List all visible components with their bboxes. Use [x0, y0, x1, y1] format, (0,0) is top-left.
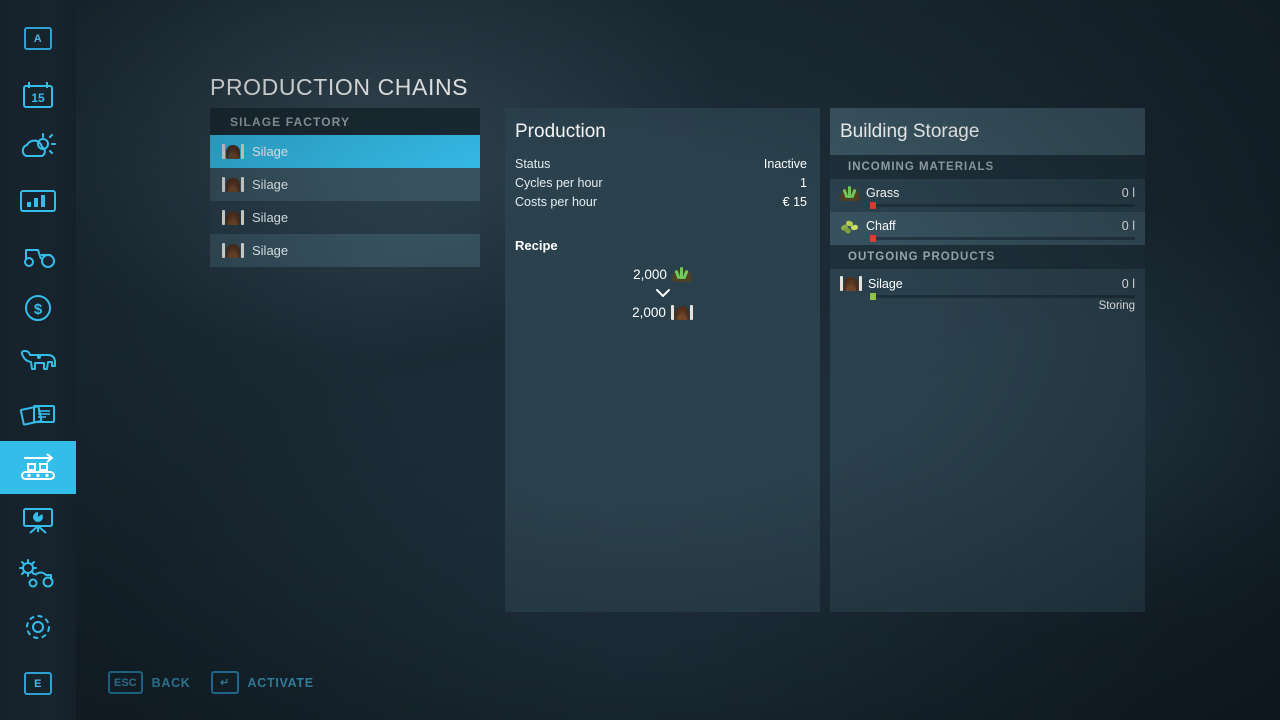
production-panel-title: Production — [515, 121, 606, 142]
silage-icon — [222, 143, 244, 160]
list-item-label: Silage — [252, 177, 289, 192]
recipe-input-amount: 2,000 — [633, 266, 667, 282]
list-item-label: Silage — [252, 210, 289, 225]
footer-action-label: BACK — [151, 675, 191, 690]
sidebar-item-key-a[interactable]: A — [0, 12, 76, 65]
key-a-label: A — [33, 32, 43, 45]
list-item-label: Silage — [252, 243, 289, 258]
stat-value: € 15 — [782, 195, 807, 209]
fill-marker-green — [870, 293, 876, 300]
storage-panel-title: Building Storage — [840, 120, 980, 142]
storage-item-amount: 0 l — [1121, 276, 1135, 291]
tractor-icon — [24, 248, 55, 268]
silage-icon — [222, 209, 244, 226]
grass-icon — [671, 266, 692, 282]
recipe-title: Recipe — [515, 238, 558, 253]
footer-action-label: ACTIVATE — [247, 675, 314, 690]
sidebar-item-key-e[interactable]: E — [0, 657, 76, 710]
section-header-incoming: INCOMING MATERIALS — [830, 155, 1145, 179]
chevron-down-icon — [655, 289, 670, 297]
sidebar-item-contracts[interactable] — [0, 388, 76, 441]
sidebar-item-vehicle-settings[interactable] — [0, 547, 76, 600]
conveyor-belt-icon — [21, 452, 55, 480]
stat-row-costs-per-hour: Costs per hour € 15 — [515, 195, 807, 209]
building-storage-panel: Building Storage INCOMING MATERIALS Gras… — [830, 108, 1145, 612]
production-list-header: SILAGE FACTORY — [210, 108, 480, 135]
dollar-circle-icon: $ — [25, 294, 51, 321]
list-item[interactable]: Silage — [210, 234, 480, 267]
storage-item-name: Grass — [866, 186, 900, 200]
recipe-diagram: 2,000 2,000 — [505, 266, 820, 321]
fill-bar — [870, 293, 1135, 300]
sidebar-item-calendar[interactable]: 15 — [0, 68, 76, 121]
storage-item-name: Silage — [868, 276, 903, 291]
stat-row-status: Status Inactive — [515, 157, 807, 171]
sidebar-item-info-board[interactable] — [0, 494, 76, 547]
storage-item-amount: 0 l — [1121, 219, 1135, 233]
stat-value: 1 — [800, 176, 807, 190]
stat-value: Inactive — [763, 157, 807, 171]
fill-bar — [870, 235, 1135, 242]
production-list-panel: SILAGE FACTORY Silage Silage Silage Sila… — [210, 108, 480, 267]
key-e-icon: E — [24, 672, 52, 695]
grass-icon — [840, 185, 860, 201]
list-item[interactable]: Silage — [210, 168, 480, 201]
silage-icon — [840, 275, 862, 292]
weather-icon — [21, 132, 56, 157]
silage-icon — [222, 176, 244, 193]
documents-icon — [19, 404, 55, 426]
footer-action-activate[interactable]: ↵ ACTIVATE — [210, 671, 314, 694]
gear-tractor-icon — [19, 558, 54, 587]
recipe-input: 2,000 — [633, 266, 692, 282]
gear-icon — [26, 614, 50, 639]
bar-chart-icon — [20, 189, 56, 212]
stat-row-cycles-per-hour: Cycles per hour 1 — [515, 176, 807, 190]
storage-item-amount: 0 l — [1121, 186, 1135, 200]
sidebar-item-finances[interactable]: $ — [0, 281, 76, 334]
fill-marker-red — [870, 202, 876, 209]
sidebar-item-production[interactable] — [0, 441, 76, 494]
footer-action-back[interactable]: ESC BACK — [108, 671, 191, 694]
storage-item-status: Storing — [1098, 300, 1135, 312]
page-title: PRODUCTION CHAINS — [210, 74, 469, 100]
key-e-label: E — [34, 677, 42, 690]
sidebar-item-animals[interactable] — [0, 334, 76, 387]
fill-bar — [870, 202, 1135, 209]
silage-icon — [222, 242, 244, 259]
sidebar-item-settings[interactable] — [0, 600, 76, 653]
storage-row-chaff[interactable]: Chaff 0 l — [830, 212, 1145, 245]
svg-text:15: 15 — [31, 91, 45, 105]
stat-label: Cycles per hour — [515, 176, 603, 190]
left-sidebar-nav: A 15 $ E — [0, 0, 76, 720]
recipe-output-amount: 2,000 — [632, 305, 666, 320]
key-esc-icon: ESC — [108, 671, 143, 694]
production-stats: Status Inactive Cycles per hour 1 Costs … — [505, 157, 820, 209]
fill-marker-red — [870, 235, 876, 242]
section-header-outgoing: OUTGOING PRODUCTS — [830, 245, 1145, 269]
silage-icon — [670, 304, 693, 321]
game-menu-screen: A 15 $ E PRODUCTION CHAINS SILAGE FACTOR… — [0, 0, 1280, 720]
presentation-icon — [23, 507, 53, 534]
list-item-label: Silage — [252, 144, 289, 159]
key-a-icon: A — [24, 27, 52, 50]
production-detail-panel: Production Status Inactive Cycles per ho… — [505, 108, 820, 612]
chaff-icon — [840, 218, 860, 235]
storage-item-name: Chaff — [866, 219, 896, 233]
sidebar-item-vehicles[interactable] — [0, 228, 76, 281]
storage-row-grass[interactable]: Grass 0 l — [830, 179, 1145, 212]
sidebar-item-statistics[interactable] — [0, 174, 76, 227]
svg-text:$: $ — [34, 301, 43, 318]
stat-label: Costs per hour — [515, 195, 597, 209]
cow-icon — [20, 349, 56, 370]
storage-row-silage[interactable]: Silage 0 l Storing — [830, 269, 1145, 315]
key-enter-icon: ↵ — [210, 671, 239, 694]
stat-label: Status — [515, 157, 551, 171]
calendar-icon: 15 — [23, 81, 53, 108]
recipe-output: 2,000 — [632, 304, 693, 321]
footer-actions: ESC BACK ↵ ACTIVATE — [108, 671, 314, 694]
list-item[interactable]: Silage — [210, 135, 480, 168]
list-item[interactable]: Silage — [210, 201, 480, 234]
sidebar-item-weather[interactable] — [0, 120, 76, 173]
storage-panel-header: Building Storage — [830, 108, 1145, 155]
